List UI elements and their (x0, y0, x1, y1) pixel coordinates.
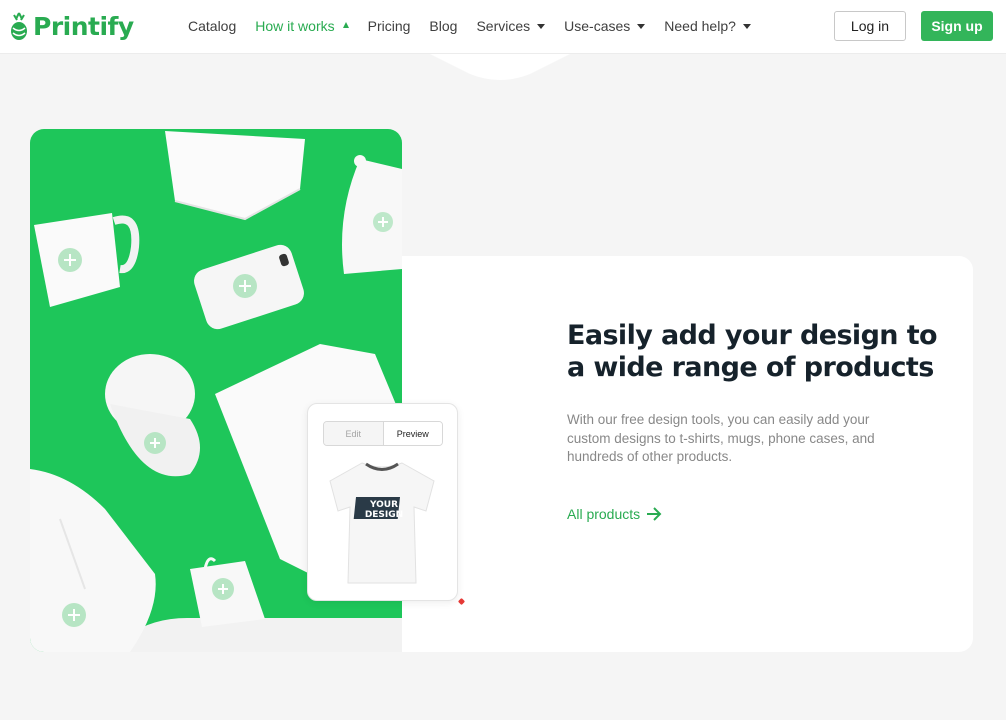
top-navbar: Printify Catalog How it works Pricing Bl… (0, 0, 1006, 54)
nav-catalog[interactable]: Catalog (188, 18, 236, 34)
logo-wordmark: Printify (33, 11, 134, 41)
nav-catalog-label: Catalog (188, 18, 237, 34)
nav-blog-label: Blog (429, 18, 458, 34)
all-products-label: All products (567, 506, 641, 522)
pineapple-logo-icon (11, 12, 27, 40)
tab-edit[interactable]: Edit (324, 422, 383, 445)
main-menu: Catalog How it works Pricing Blog Servic… (188, 0, 770, 52)
arrow-right-icon (647, 507, 662, 521)
caret-up-icon (342, 22, 349, 28)
nav-use-cases[interactable]: Use-cases (564, 18, 646, 34)
chevron-down-icon (637, 24, 646, 29)
design-preview-widget: Edit Preview YOUR DESIGN (307, 403, 458, 601)
shirt-design-line-1: YOUR (369, 500, 398, 510)
feature-headline: Easily add your design to a wide range o… (567, 320, 938, 383)
chevron-down-icon (537, 24, 546, 29)
tshirt-mockup-icon: YOUR DESIGN (329, 462, 435, 584)
nav-use-cases-label: Use-cases (564, 18, 631, 34)
decorative-wedge (430, 54, 570, 80)
all-products-link[interactable]: All products (567, 506, 662, 522)
nav-need-help-label: Need help? (664, 18, 736, 34)
nav-how-it-works-label: How it works (255, 18, 335, 34)
signup-button[interactable]: Sign up (921, 11, 993, 41)
printify-logo[interactable]: Printify (9, 11, 134, 41)
shirt-design-line-2: DESIGN (365, 510, 403, 520)
nav-blog[interactable]: Blog (429, 18, 457, 34)
nav-services-label: Services (476, 18, 531, 34)
feature-description: With our free design tools, you can easi… (567, 412, 875, 464)
nav-how-it-works[interactable]: How it works (255, 18, 349, 34)
nav-need-help[interactable]: Need help? (664, 18, 751, 34)
nav-services[interactable]: Services (476, 18, 546, 34)
nav-pricing-label: Pricing (367, 18, 411, 34)
login-button[interactable]: Log in (834, 11, 906, 41)
edit-preview-toggle: Edit Preview (323, 421, 443, 446)
tab-preview[interactable]: Preview (382, 422, 442, 445)
nav-pricing[interactable]: Pricing (368, 18, 411, 34)
chevron-down-icon (742, 24, 751, 29)
